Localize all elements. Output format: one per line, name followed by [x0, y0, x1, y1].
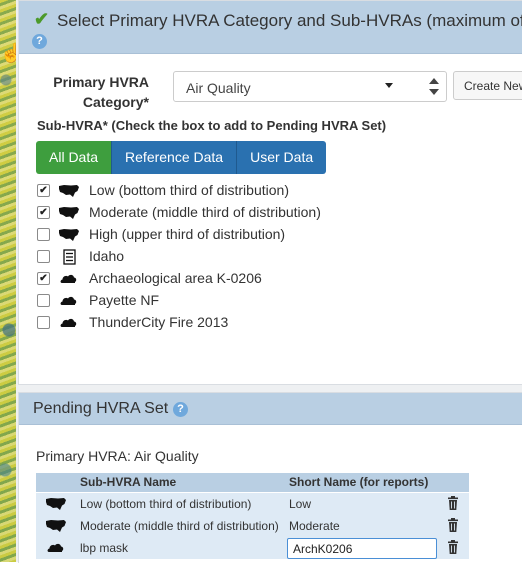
spinner-down-icon[interactable] — [429, 89, 439, 95]
checkbox[interactable] — [37, 228, 50, 241]
trash-icon[interactable] — [447, 496, 459, 510]
primary-hvra-select[interactable]: Air Quality — [173, 71, 447, 102]
pending-title: Pending HVRA Set — [33, 400, 169, 417]
us-map-icon — [46, 520, 66, 532]
column-header-name: Sub-HVRA Name — [80, 475, 177, 489]
us-map-icon — [59, 185, 79, 197]
sub-hvra-label: Moderate (middle third of distribution) — [89, 204, 321, 220]
pending-primary-hvra: Primary HVRA: Air Quality — [36, 448, 199, 464]
polygon-shape-icon — [60, 274, 77, 283]
short-name[interactable]: Moderate — [289, 519, 340, 533]
sub-hvra-item-low[interactable]: ✔ Low (bottom third of distribution) — [37, 181, 457, 201]
sub-hvra-title: Sub-HVRA* (Check the box to add to Pendi… — [37, 118, 387, 133]
us-map-icon — [59, 229, 79, 241]
tab-reference-data[interactable]: Reference Data — [111, 141, 237, 174]
us-map-icon — [59, 207, 79, 219]
checkbox[interactable]: ✔ — [37, 272, 50, 285]
sub-hvra-name: Low (bottom third of distribution) — [80, 497, 252, 511]
map-background-strip[interactable] — [0, 0, 16, 562]
sub-hvra-label: Payette NF — [89, 292, 160, 308]
sub-hvra-label: ThunderCity Fire 2013 — [89, 314, 229, 330]
polygon-shape-icon — [47, 543, 64, 552]
tab-user-data[interactable]: User Data — [236, 141, 327, 174]
sub-hvra-name: lbp mask — [80, 541, 129, 555]
polygon-shape-icon — [60, 296, 77, 305]
selection-header: ✔ Select Primary HVRA Category and Sub-H… — [19, 1, 522, 54]
checkbox[interactable]: ✔ — [37, 184, 50, 197]
sub-hvra-item-high[interactable]: High (upper third of distribution) — [37, 225, 457, 245]
table-row: lbp mask ArchK0206 — [36, 537, 469, 559]
spinner-up-icon[interactable] — [429, 78, 439, 84]
column-header-short-name: Short Name (for reports) — [289, 475, 429, 489]
sub-hvra-item-idaho[interactable]: Idaho — [37, 247, 457, 267]
data-filter-tabs: All Data Reference Data User Data — [36, 141, 327, 174]
selection-title: Select Primary HVRA Category and Sub-HVR… — [57, 11, 522, 30]
us-map-icon — [46, 498, 66, 510]
create-new-button[interactable]: Create New — [453, 71, 522, 100]
tab-all-data[interactable]: All Data — [36, 141, 112, 174]
checkmark-icon: ✔ — [34, 9, 50, 29]
sub-hvra-item-thundercity[interactable]: ThunderCity Fire 2013 — [37, 313, 457, 333]
checkbox[interactable] — [37, 250, 50, 263]
sub-hvra-item-archaeological[interactable]: ✔ Archaeological area K-0206 — [37, 269, 457, 289]
hand-cursor-icon: ☝ — [0, 44, 22, 62]
table-row: Low (bottom third of distribution) Low — [36, 493, 469, 515]
sub-hvra-label: High (upper third of distribution) — [89, 226, 286, 242]
sub-hvra-item-payette[interactable]: Payette NF — [37, 291, 457, 311]
hvra-selection-card: ✔ Select Primary HVRA Category and Sub-H… — [18, 0, 522, 385]
sub-hvra-label: Idaho — [89, 248, 125, 264]
help-icon[interactable]: ? — [173, 402, 188, 417]
table-header: Sub-HVRA Name Short Name (for reports) — [36, 473, 469, 492]
list-document-icon — [63, 249, 76, 265]
pending-header: Pending HVRA Set ? — [19, 393, 522, 425]
primary-hvra-value: Air Quality — [186, 80, 251, 96]
chevron-down-icon — [385, 83, 393, 88]
help-icon[interactable]: ? — [32, 34, 47, 49]
checkbox[interactable] — [37, 316, 50, 329]
polygon-shape-icon — [60, 318, 77, 327]
short-name[interactable]: Low — [289, 497, 311, 511]
sub-hvra-label: Archaeological area K-0206 — [89, 270, 262, 286]
trash-icon[interactable] — [447, 518, 459, 532]
sub-hvra-item-moderate[interactable]: ✔ Moderate (middle third of distribution… — [37, 203, 457, 223]
trash-icon[interactable] — [447, 540, 459, 554]
pending-hvra-card: Pending HVRA Set ? Primary HVRA: Air Qua… — [18, 392, 522, 563]
table-row: Moderate (middle third of distribution) … — [36, 515, 469, 537]
short-name-input[interactable]: ArchK0206 — [287, 538, 437, 559]
sub-hvra-name: Moderate (middle third of distribution) — [80, 519, 279, 533]
checkbox[interactable] — [37, 294, 50, 307]
checkbox[interactable]: ✔ — [37, 206, 50, 219]
sub-hvra-label: Low (bottom third of distribution) — [89, 182, 289, 198]
primary-hvra-label: Primary HVRA Category* — [53, 74, 149, 110]
